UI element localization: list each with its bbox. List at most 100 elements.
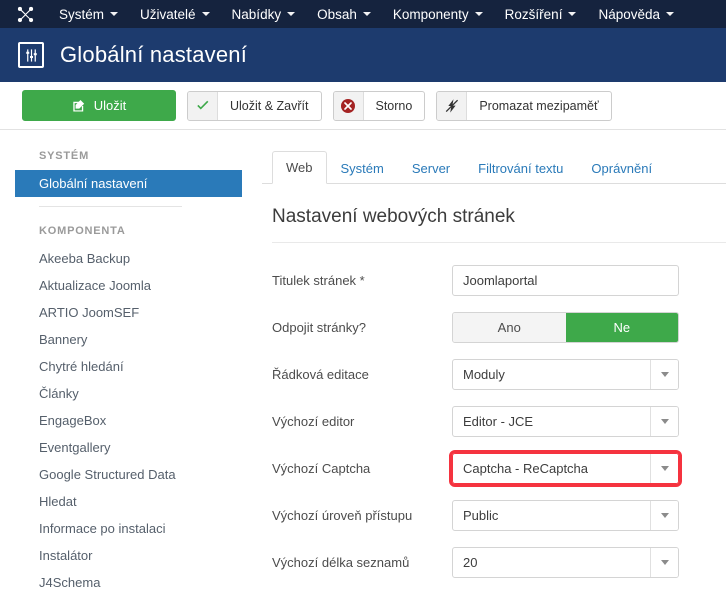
sidebar: SYSTÉM Globální nastavení KOMPONENTA Ake… (0, 130, 262, 594)
menu-item-label: Obsah (317, 6, 357, 22)
chevron-down-icon (474, 12, 483, 16)
toggle-option-ne[interactable]: Ne (565, 313, 678, 342)
sidebar-item-chytr-hled-n[interactable]: Chytré hledání (0, 353, 262, 380)
sidebar-item-akeeba-backup[interactable]: Akeeba Backup (0, 245, 262, 272)
menu-menus[interactable]: Nabídky (221, 0, 307, 28)
sidebar-item-artio-joomsef[interactable]: ARTIO JoomSEF (0, 299, 262, 326)
select-value: 20 (463, 555, 478, 570)
chevron-down-icon (362, 12, 371, 16)
field-control: Editor - JCE (452, 406, 679, 437)
select-value: Moduly (463, 367, 505, 382)
close-circle-icon (333, 91, 364, 120)
menu-help[interactable]: Nápověda (587, 0, 685, 28)
sidebar-heading-component: KOMPONENTA (39, 225, 126, 237)
main-area: SYSTÉM Globální nastavení KOMPONENTA Ake… (0, 130, 726, 594)
page-header: Globální nastavení (0, 28, 726, 82)
site-name-field[interactable] (452, 265, 679, 296)
tab-bar: Web Systém Server Filtrování textu Oprávnění (262, 146, 726, 184)
clear-cache-button[interactable]: Promazat mezipaměť (436, 90, 612, 121)
save-and-close-label: Uložit & Zavřít (230, 98, 309, 113)
field-row: Výchozí Captcha Captcha - ReCaptcha (272, 450, 726, 487)
menu-item-label: Nápověda (598, 6, 661, 22)
field-row: Titulek stránek * (272, 265, 726, 296)
sidebar-item-informace-po-instalaci[interactable]: Informace po instalaci (0, 515, 262, 542)
field-label: Výchozí editor (272, 414, 355, 429)
sidebar-item-hledat[interactable]: Hledat (0, 488, 262, 515)
lightning-slash-icon (437, 91, 468, 120)
default-editor-select[interactable]: Editor - JCE (452, 406, 679, 437)
save-button-label: Uložit (93, 98, 127, 113)
menu-extensions[interactable]: Rozšíření (494, 0, 588, 28)
cancel-button[interactable]: Storno (332, 90, 426, 121)
default-access-select[interactable]: Public (452, 500, 679, 531)
field-row: Výchozí úroveň přístupu Public (272, 500, 726, 531)
chevron-down-icon (201, 12, 210, 16)
field-row: Odpojit stránky? Ano Ne (272, 312, 726, 343)
sidebar-item-j4schema[interactable]: J4Schema (0, 569, 262, 594)
chevron-down-icon (287, 12, 296, 16)
tab-opr-vn-n[interactable]: Oprávnění (577, 152, 666, 184)
menu-item-label: Komponenty (392, 6, 469, 22)
field-control: Ano Ne (452, 312, 679, 343)
form-fields: Titulek stránek * Odpojit stránky? AnoNe Řá… (272, 265, 726, 578)
default-list-limit-select[interactable]: 20 (452, 547, 679, 578)
field-label: Výchozí Captcha (272, 461, 371, 476)
sidebar-item-aktualizace-joomla[interactable]: Aktualizace Joomla (0, 272, 262, 299)
chevron-down-icon[interactable] (650, 501, 678, 530)
sidebar-item-instal-tor[interactable]: Instalátor (0, 542, 262, 569)
chevron-down-icon (568, 12, 577, 16)
sidebar-item-bannery[interactable]: Bannery (0, 326, 262, 353)
sidebar-item-engagebox[interactable]: EngageBox (0, 407, 262, 434)
panel-divider (272, 242, 726, 243)
edit-pencil-icon (72, 99, 86, 113)
menu-item-label: Uživatelé (140, 6, 196, 22)
select-value: Editor - JCE (463, 414, 534, 429)
sidebar-item-global-configuration[interactable]: Globální nastavení (15, 170, 242, 197)
chevron-down-icon[interactable] (650, 548, 678, 577)
tab-server[interactable]: Server (398, 152, 464, 184)
save-button[interactable]: Uložit (22, 90, 176, 121)
menu-users[interactable]: Uživatelé (129, 0, 221, 28)
field-control: Public (452, 500, 679, 531)
menu-item-label: Rozšíření (504, 6, 563, 22)
toggle-option-ano[interactable]: Ano (453, 313, 566, 342)
menu-components[interactable]: Komponenty (382, 0, 494, 28)
field-control: Captcha - ReCaptcha (449, 450, 682, 487)
tab-syst-m[interactable]: Systém (327, 152, 398, 184)
menu-content[interactable]: Obsah (306, 0, 382, 28)
menu-system[interactable]: Systém (48, 0, 129, 28)
chevron-down-icon[interactable] (650, 454, 678, 483)
content-area: Web Systém Server Filtrování textu Oprávnění… (262, 130, 726, 594)
settings-panel: Nastavení webových stránek Titulek strán… (262, 184, 726, 578)
site-offline-toggle[interactable]: Ano Ne (452, 312, 679, 343)
menu-item-label: Systém (59, 6, 105, 22)
sidebar-item-google-structured-data[interactable]: Google Structured Data (0, 461, 262, 488)
sidebar-item-l-nky[interactable]: Články (0, 380, 262, 407)
inline-edit-select[interactable]: Moduly (452, 359, 679, 390)
chevron-down-icon[interactable] (650, 407, 678, 436)
cancel-button-label: Storno (375, 98, 413, 113)
field-row: Řádková editace Moduly (272, 359, 726, 390)
check-icon (188, 91, 218, 120)
field-row: Výchozí délka seznamů 20 (272, 547, 726, 578)
top-navigation-bar: Systém Uživatelé Nabídky Obsah Komponenty Roz… (0, 0, 726, 28)
sliders-icon (18, 42, 44, 68)
select-value: Captcha - ReCaptcha (463, 461, 589, 476)
sidebar-heading-system: SYSTÉM (39, 150, 90, 162)
field-label: Řádková editace (272, 367, 369, 382)
tab-filtrov-n-textu[interactable]: Filtrování textu (464, 152, 577, 184)
sidebar-item-eventgallery[interactable]: Eventgallery (0, 434, 262, 461)
field-label: Výchozí délka seznamů (272, 555, 410, 570)
save-and-close-button[interactable]: Uložit & Zavřít (187, 90, 322, 121)
default-captcha-select[interactable]: Captcha - ReCaptcha (449, 450, 682, 487)
field-label: Výchozí úroveň přístupu (272, 508, 413, 523)
panel-title: Nastavení webových stránek (272, 206, 515, 227)
tab-web[interactable]: Web (272, 151, 327, 184)
page-title: Globální nastavení (60, 42, 248, 67)
field-control: 20 (452, 547, 679, 578)
joomla-logo-icon[interactable] (14, 3, 36, 25)
field-control: Moduly (452, 359, 679, 390)
sidebar-component-list: Akeeba Backup Aktualizace Joomla ARTIO Joo… (0, 245, 262, 594)
chevron-down-icon[interactable] (650, 360, 678, 389)
field-label: Odpojit stránky? (272, 320, 366, 335)
